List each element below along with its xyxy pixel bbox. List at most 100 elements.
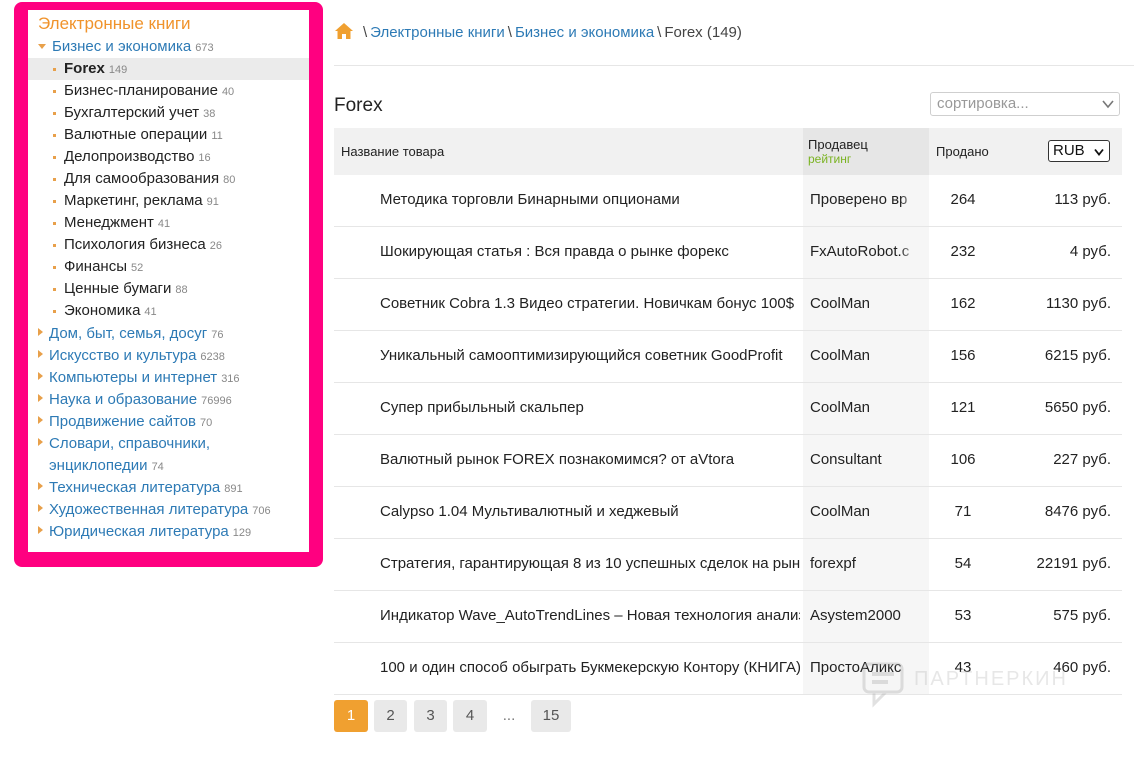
bullet-icon bbox=[53, 222, 56, 225]
subcategory-item[interactable]: Менеджмент 41 bbox=[28, 212, 309, 234]
page-4-button[interactable]: 4 bbox=[453, 700, 487, 732]
subcategory-item[interactable]: Ценные бумаги 88 bbox=[28, 278, 309, 300]
sold-count: 53 bbox=[954, 607, 972, 624]
currency-select[interactable]: RUB bbox=[1048, 140, 1110, 162]
watermark-logo: ПАРТНЕРКИН bbox=[862, 660, 1066, 710]
seller-link[interactable]: Проверено вр bbox=[810, 191, 914, 208]
column-header-name[interactable]: Название товара bbox=[341, 144, 444, 159]
subcategory-item[interactable]: Делопроизводство 16 bbox=[28, 146, 309, 168]
table-row: Валютный рынок FOREX познакомимся? от aV… bbox=[334, 435, 1122, 487]
breadcrumb-link-business[interactable]: Бизнес и экономика bbox=[515, 24, 654, 41]
page-1-button[interactable]: 1 bbox=[334, 700, 368, 732]
column-header-seller[interactable]: Продавец рейтинг bbox=[803, 128, 929, 175]
bullet-icon bbox=[53, 112, 56, 115]
bullet-icon bbox=[53, 68, 56, 71]
price: 4 руб. bbox=[1069, 243, 1111, 260]
bullet-icon bbox=[53, 310, 56, 313]
category-item[interactable]: Дом, быт, семья, досуг 76 bbox=[38, 323, 223, 346]
caret-right-icon bbox=[38, 350, 43, 358]
sidebar-title[interactable]: Электронные книги bbox=[38, 14, 191, 34]
product-name-link[interactable]: 100 и один способ обыграть Букмекерскую … bbox=[380, 659, 800, 676]
caret-right-icon bbox=[38, 416, 43, 424]
category-business[interactable]: Бизнес и экономика 673 bbox=[38, 36, 214, 59]
category-item[interactable]: Продвижение сайтов 70 bbox=[38, 411, 212, 434]
caret-right-icon bbox=[38, 438, 43, 446]
page-2-button[interactable]: 2 bbox=[374, 700, 407, 732]
table-row: Стратегия, гарантирующая 8 из 10 успешны… bbox=[334, 539, 1122, 591]
product-name-link[interactable]: Уникальный самооптимизирующийся советник… bbox=[380, 347, 800, 364]
subcategory-item[interactable]: Финансы 52 bbox=[28, 256, 309, 278]
product-name-link[interactable]: Стратегия, гарантирующая 8 из 10 успешны… bbox=[380, 555, 800, 572]
home-icon[interactable] bbox=[334, 22, 354, 47]
chevron-down-icon bbox=[1102, 100, 1114, 109]
table-header: Название товара Продавец рейтинг Продано… bbox=[334, 128, 1122, 175]
price: 1130 руб. bbox=[1045, 295, 1111, 312]
column-header-sold[interactable]: Продано bbox=[936, 144, 989, 159]
sold-count: 156 bbox=[950, 347, 976, 364]
category-item[interactable]: Словари, справочники, энциклопедии 74 bbox=[38, 433, 210, 478]
sold-count: 54 bbox=[954, 555, 972, 572]
table-row: Calypso 1.04 Мультивалютный и хеджевый Co… bbox=[334, 487, 1122, 539]
page-3-button[interactable]: 3 bbox=[414, 700, 447, 732]
bullet-icon bbox=[53, 178, 56, 181]
bullet-icon bbox=[53, 90, 56, 93]
product-name-link[interactable]: Валютный рынок FOREX познакомимся? от aV… bbox=[380, 451, 800, 468]
seller-link[interactable]: CoolMan bbox=[810, 295, 914, 312]
price: 8476 руб. bbox=[1044, 503, 1111, 520]
table-row: Индикатор Wave_AutoTrendLines – Новая те… bbox=[334, 591, 1122, 643]
sort-select[interactable]: сортировка... bbox=[930, 92, 1120, 116]
divider bbox=[334, 65, 1134, 66]
table-row: Супер прибыльный скальпер CoolMan 121 5650 … bbox=[334, 383, 1122, 435]
category-item[interactable]: Техническая литература 891 bbox=[38, 477, 243, 500]
sold-count: 162 bbox=[950, 295, 976, 312]
price: 113 руб. bbox=[1054, 191, 1111, 208]
table-row: Советник Cobra 1.3 Видео стратегии. Нови… bbox=[334, 279, 1122, 331]
breadcrumb-current: Forex (149) bbox=[664, 24, 742, 41]
subcategory-item[interactable]: Бухгалтерский учет 38 bbox=[28, 102, 309, 124]
subcategory-item[interactable]: Для самообразования 80 bbox=[28, 168, 309, 190]
sold-count: 106 bbox=[950, 451, 976, 468]
subcategory-item[interactable]: Экономика 41 bbox=[28, 300, 309, 322]
subcategory-item[interactable]: Бизнес-планирование 40 bbox=[28, 80, 309, 102]
bullet-icon bbox=[53, 266, 56, 269]
product-name-link[interactable]: Методика торговли Бинарными опционами bbox=[380, 191, 800, 208]
subcategory-item[interactable]: Психология бизнеса 26 bbox=[28, 234, 309, 256]
subcategory-item[interactable]: Валютные операции 11 bbox=[28, 124, 309, 146]
breadcrumb: \ Электронные книги \ Бизнес и экономика \ Fo… bbox=[334, 22, 742, 44]
sold-count: 232 bbox=[950, 243, 976, 260]
category-item[interactable]: Художественная литература 706 bbox=[38, 499, 271, 522]
product-name-link[interactable]: Индикатор Wave_AutoTrendLines – Новая те… bbox=[380, 607, 800, 624]
product-name-link[interactable]: Супер прибыльный скальпер bbox=[380, 399, 800, 416]
category-item[interactable]: Компьютеры и интернет 316 bbox=[38, 367, 240, 390]
sold-count: 264 bbox=[950, 191, 976, 208]
watermark-text: ПАРТНЕРКИН bbox=[914, 668, 1068, 690]
breadcrumb-link-ebooks[interactable]: Электронные книги bbox=[370, 24, 505, 41]
category-item[interactable]: Юридическая литература 129 bbox=[38, 521, 251, 544]
category-item[interactable]: Искусство и культура 6238 bbox=[38, 345, 225, 368]
subcategory-item[interactable]: Forex 149 bbox=[28, 58, 309, 80]
seller-link[interactable]: forexpf bbox=[810, 555, 914, 572]
seller-link[interactable]: CoolMan bbox=[810, 503, 914, 520]
caret-right-icon bbox=[38, 504, 43, 512]
product-name-link[interactable]: Calypso 1.04 Мультивалютный и хеджевый bbox=[380, 503, 800, 520]
seller-link[interactable]: Asystem2000 bbox=[810, 607, 914, 624]
seller-link[interactable]: CoolMan bbox=[810, 399, 914, 416]
table-row: Шокирующая статья : Вся правда о рынке ф… bbox=[334, 227, 1122, 279]
seller-rating-label[interactable]: рейтинг bbox=[808, 152, 851, 166]
price: 22191 руб. bbox=[1036, 555, 1111, 572]
page-last-button[interactable]: 15 bbox=[531, 700, 571, 732]
price: 6215 руб. bbox=[1044, 347, 1111, 364]
category-item[interactable]: Наука и образование 76996 bbox=[38, 389, 232, 412]
products-table: Название товара Продавец рейтинг Продано… bbox=[334, 128, 1122, 695]
bullet-icon bbox=[53, 156, 56, 159]
table-row: Уникальный самооптимизирующийся советник… bbox=[334, 331, 1122, 383]
seller-link[interactable]: Consultant bbox=[810, 451, 914, 468]
seller-link[interactable]: FxAutoRobot.c bbox=[810, 243, 914, 260]
sold-count: 71 bbox=[954, 503, 972, 520]
product-name-link[interactable]: Советник Cobra 1.3 Видео стратегии. Нови… bbox=[380, 295, 800, 312]
product-name-link[interactable]: Шокирующая статья : Вся правда о рынке ф… bbox=[380, 243, 800, 260]
bullet-icon bbox=[53, 288, 56, 291]
subcategory-item[interactable]: Маркетинг, реклама 91 bbox=[28, 190, 309, 212]
seller-link[interactable]: CoolMan bbox=[810, 347, 914, 364]
bullet-icon bbox=[53, 200, 56, 203]
